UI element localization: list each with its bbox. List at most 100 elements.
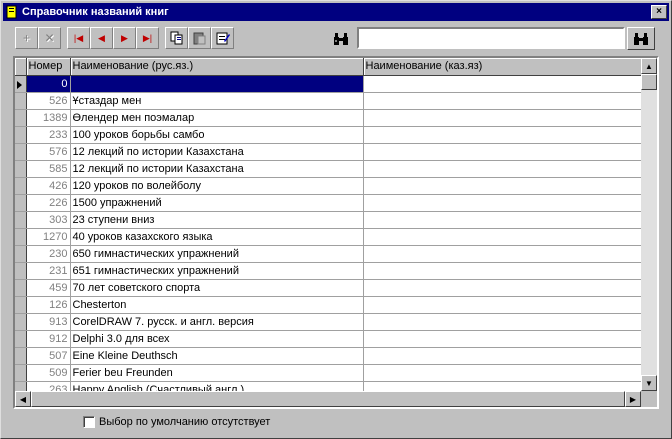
horizontal-scroll-thumb[interactable] bbox=[31, 391, 625, 407]
paste-button[interactable] bbox=[188, 27, 211, 49]
row-indicator[interactable] bbox=[15, 177, 27, 195]
prev-record-button[interactable]: ◀ bbox=[90, 27, 113, 49]
row-indicator[interactable] bbox=[15, 228, 27, 246]
row-indicator[interactable] bbox=[15, 245, 27, 263]
row-indicator[interactable] bbox=[15, 364, 27, 382]
last-record-button[interactable]: ▶| bbox=[136, 27, 159, 49]
cell-num[interactable]: 509 bbox=[26, 364, 71, 382]
row-indicator[interactable] bbox=[15, 330, 27, 348]
cell-ru[interactable]: 651 гимнастических упражнений bbox=[70, 262, 364, 280]
row-indicator[interactable] bbox=[15, 381, 27, 391]
cell-num[interactable]: 230 bbox=[26, 245, 71, 263]
scroll-right-button[interactable]: ▶ bbox=[625, 391, 641, 407]
next-record-button[interactable]: ▶ bbox=[113, 27, 136, 49]
cell-kz[interactable] bbox=[363, 279, 641, 297]
table-row[interactable]: 1270 40 уроков казахского языка bbox=[15, 228, 641, 246]
cell-num[interactable]: 507 bbox=[26, 347, 71, 365]
cell-ru[interactable]: Chesterton bbox=[70, 296, 364, 314]
vertical-scrollbar[interactable]: ▲ ▼ bbox=[641, 58, 657, 391]
cell-num[interactable]: 226 bbox=[26, 194, 71, 212]
table-row[interactable]: 230 650 гимнастических упражнений bbox=[15, 245, 641, 263]
row-indicator[interactable] bbox=[15, 279, 27, 297]
column-header-kz[interactable]: Наименование (каз.яз) bbox=[363, 58, 641, 76]
cell-ru[interactable]: 70 лет советского спорта bbox=[70, 279, 364, 297]
cell-kz[interactable] bbox=[363, 143, 641, 161]
row-indicator[interactable] bbox=[15, 126, 27, 144]
column-header-ru[interactable]: Наименование (рус.яз.) bbox=[70, 58, 364, 76]
cell-ru[interactable]: Delphi 3.0 для всех bbox=[70, 330, 364, 348]
cell-kz[interactable] bbox=[363, 381, 641, 391]
horizontal-scrollbar[interactable]: ◀ ▶ bbox=[15, 391, 641, 407]
close-button[interactable]: × bbox=[651, 5, 667, 19]
copy-button[interactable] bbox=[165, 27, 188, 49]
cell-ru[interactable]: 1500 упражнений bbox=[70, 194, 364, 212]
cell-kz[interactable] bbox=[363, 364, 641, 382]
cell-num[interactable]: 1389 bbox=[26, 109, 71, 127]
cell-ru[interactable]: Eine Kleine Deuthsch bbox=[70, 347, 364, 365]
default-choice-row[interactable]: Выбор по умолчанию отсутствует bbox=[83, 416, 270, 428]
cell-ru[interactable]: Өлендер мен поэмалар bbox=[70, 109, 364, 127]
cell-num[interactable]: 231 bbox=[26, 262, 71, 280]
cell-kz[interactable] bbox=[363, 92, 641, 110]
row-indicator[interactable] bbox=[15, 296, 27, 314]
title-bar[interactable]: Справочник названий книг × bbox=[3, 3, 669, 21]
search-button[interactable] bbox=[627, 27, 655, 50]
row-indicator[interactable] bbox=[15, 109, 27, 127]
cell-kz[interactable] bbox=[363, 296, 641, 314]
scroll-up-button[interactable]: ▲ bbox=[641, 58, 657, 74]
cell-kz[interactable] bbox=[363, 330, 641, 348]
row-indicator[interactable] bbox=[15, 211, 27, 229]
cell-kz[interactable] bbox=[363, 160, 641, 178]
cell-ru[interactable]: 650 гимнастических упражнений bbox=[70, 245, 364, 263]
row-indicator[interactable] bbox=[15, 194, 27, 212]
row-indicator[interactable] bbox=[15, 313, 27, 331]
cell-ru[interactable]: 120 уроков по волейболу bbox=[70, 177, 364, 195]
cell-num[interactable]: 263 bbox=[26, 381, 71, 391]
cell-num[interactable]: 576 bbox=[26, 143, 71, 161]
table-row[interactable]: 913 CorelDRAW 7. русск. и англ. версия bbox=[15, 313, 641, 331]
books-grid[interactable]: Номер Наименование (рус.яз.) Наименовани… bbox=[13, 56, 659, 409]
table-row[interactable]: 576 12 лекций по истории Казахстана bbox=[15, 143, 641, 161]
cell-ru[interactable]: Happy Anglish (Счастливый англ.) bbox=[70, 381, 364, 391]
search-input[interactable] bbox=[357, 27, 625, 49]
cell-kz[interactable] bbox=[363, 194, 641, 212]
cell-ru[interactable]: 40 уроков казахского языка bbox=[70, 228, 364, 246]
first-record-button[interactable]: |◀ bbox=[67, 27, 90, 49]
cell-ru[interactable]: Ұстаздар мен bbox=[70, 92, 364, 110]
cell-num[interactable]: 585 bbox=[26, 160, 71, 178]
cell-ru[interactable]: 100 уроков борьбы самбо bbox=[70, 126, 364, 144]
table-row[interactable]: 1389 Өлендер мен поэмалар bbox=[15, 109, 641, 127]
scroll-down-button[interactable]: ▼ bbox=[641, 375, 657, 391]
cell-num[interactable]: 126 bbox=[26, 296, 71, 314]
row-indicator[interactable] bbox=[15, 262, 27, 280]
cell-num[interactable]: 1270 bbox=[26, 228, 71, 246]
cell-ru[interactable] bbox=[70, 75, 364, 93]
table-row[interactable]: 126 Chesterton bbox=[15, 296, 641, 314]
row-indicator[interactable] bbox=[15, 75, 27, 93]
table-row[interactable]: 426 120 уроков по волейболу bbox=[15, 177, 641, 195]
cell-num[interactable]: 0 bbox=[26, 75, 71, 93]
cell-kz[interactable] bbox=[363, 75, 641, 93]
row-indicator[interactable] bbox=[15, 160, 27, 178]
table-row[interactable]: 233 100 уроков борьбы самбо bbox=[15, 126, 641, 144]
cell-kz[interactable] bbox=[363, 126, 641, 144]
column-header-num[interactable]: Номер bbox=[26, 58, 71, 76]
row-indicator[interactable] bbox=[15, 143, 27, 161]
cell-kz[interactable] bbox=[363, 228, 641, 246]
table-row[interactable]: 509 Ferier beu Freunden bbox=[15, 364, 641, 382]
row-indicator[interactable] bbox=[15, 347, 27, 365]
cell-num[interactable]: 526 bbox=[26, 92, 71, 110]
table-row[interactable]: 0 bbox=[15, 75, 641, 93]
cell-num[interactable]: 303 bbox=[26, 211, 71, 229]
cell-ru[interactable]: 12 лекций по истории Казахстана bbox=[70, 143, 364, 161]
table-row[interactable]: 459 70 лет советского спорта bbox=[15, 279, 641, 297]
add-record-button[interactable]: + bbox=[15, 27, 38, 49]
edit-button[interactable] bbox=[211, 27, 234, 49]
delete-record-button[interactable]: ✕ bbox=[38, 27, 61, 49]
scroll-left-button[interactable]: ◀ bbox=[15, 391, 31, 407]
cell-ru[interactable]: Ferier beu Freunden bbox=[70, 364, 364, 382]
table-row[interactable]: 231 651 гимнастических упражнений bbox=[15, 262, 641, 280]
cell-num[interactable]: 426 bbox=[26, 177, 71, 195]
cell-kz[interactable] bbox=[363, 109, 641, 127]
table-row[interactable]: 303 23 ступени вниз bbox=[15, 211, 641, 229]
